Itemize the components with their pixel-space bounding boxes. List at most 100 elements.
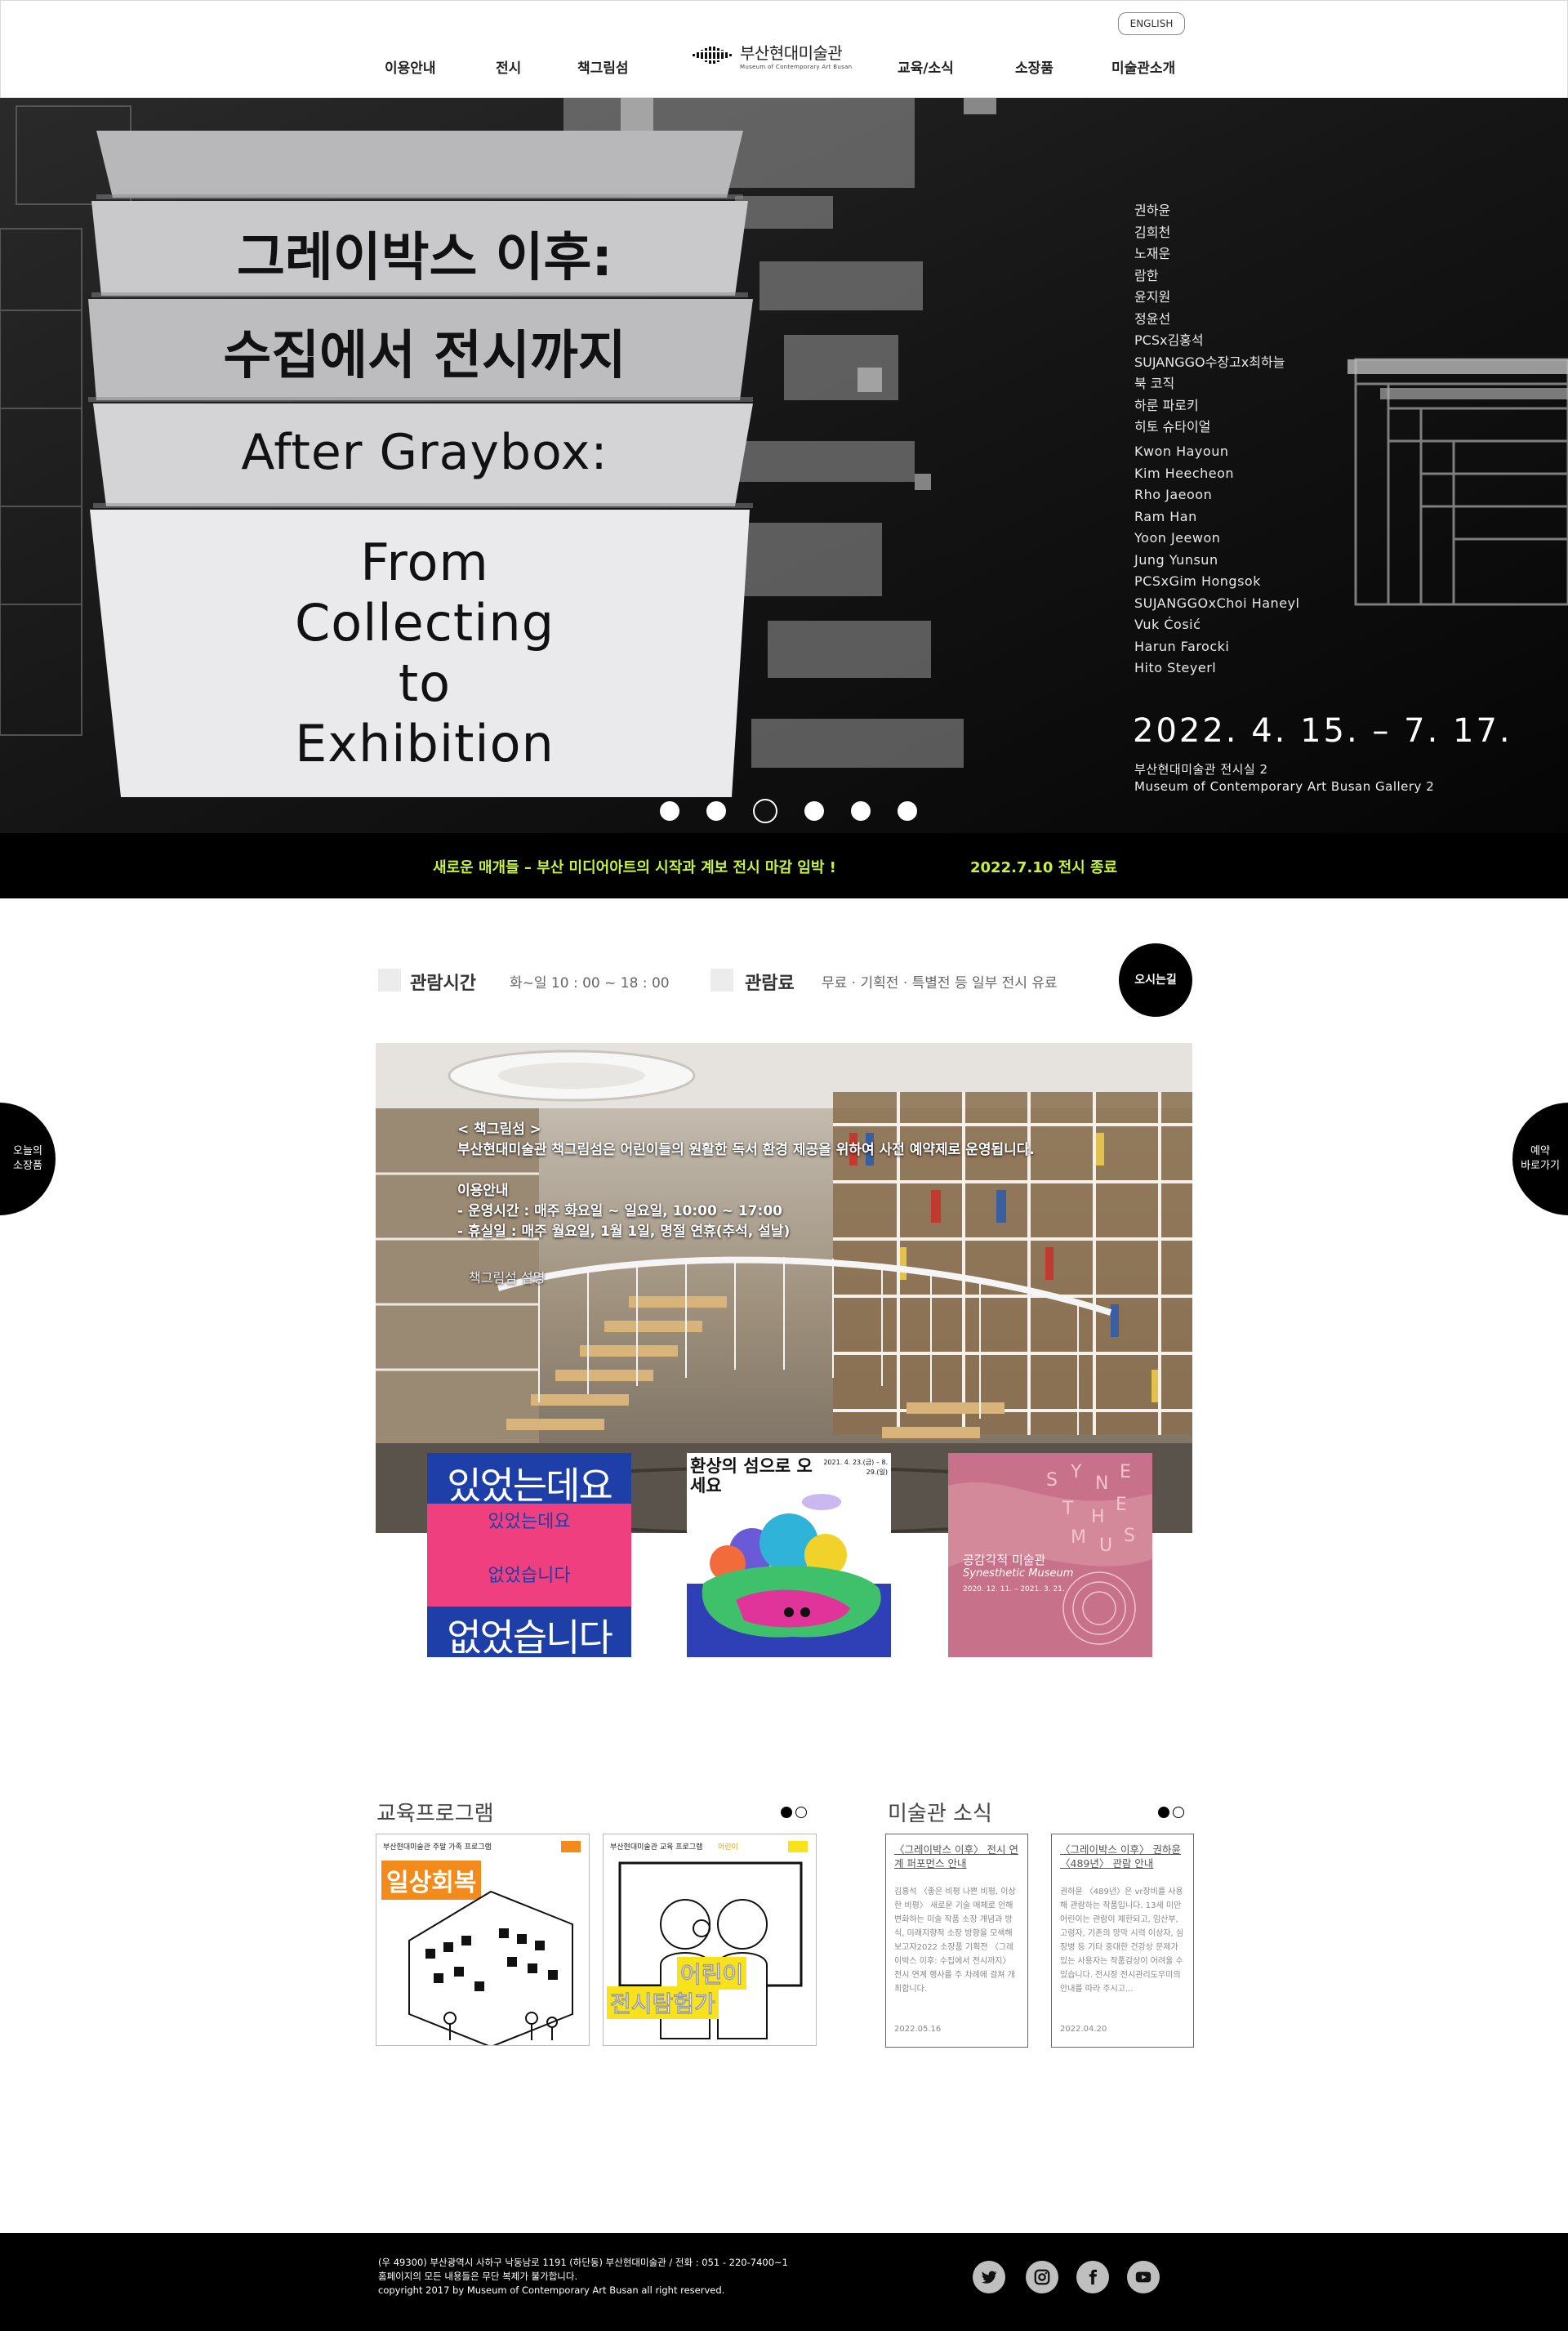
poster-card-2[interactable]: 환상의 섬으로 오세요 2021. 4. 23.(금) – 8. 29.(일) <box>687 1453 891 1657</box>
artist-list-en: Kwon Hayoun Kim Heecheon Rho Jaeoon Ram … <box>1134 441 1299 680</box>
news-page-dot-2[interactable] <box>1173 1807 1184 1818</box>
site-header: ENGLISH 이용안내 전시 책그림섬 부산현대미술관 Museum of C… <box>0 0 1568 98</box>
artist-list-ko: 권하윤 김희천 노재운 람한 윤지원 정윤선 PCSx김홍석 SUJANGGO수… <box>1134 200 1285 439</box>
nav-book-island[interactable]: 책그림섬 <box>577 56 629 77</box>
artist-name: SUJANGGOxChoi Haneyl <box>1134 595 1300 611</box>
slider-dot-6[interactable] <box>898 801 917 821</box>
slider-pagination <box>660 799 917 823</box>
artist-name: 히토 슈타이얼 <box>1134 419 1211 435</box>
nav-about-museum[interactable]: 미술관소개 <box>1111 56 1175 77</box>
news-2-date: 2022.04.20 <box>1060 2025 1107 2034</box>
poster-3-subtitle: Synesthetic Museum <box>963 1567 1074 1580</box>
svg-text:E: E <box>1120 1462 1131 1482</box>
ticker-notice-date: 2022.7.10 전시 종료 <box>970 859 1118 876</box>
directions-button[interactable]: 오시는길 <box>1119 943 1192 1017</box>
news-2-title: 〈그레이박스 이후〉 권하윤 〈489년〉 관람 안내 <box>1060 1843 1181 1870</box>
today-collection-button[interactable]: 오늘의 소장품 <box>0 1103 56 1215</box>
poster-1-mid-text-2: 없었습니다 <box>488 1566 571 1586</box>
artist-name: 노재운 <box>1134 246 1171 261</box>
reservation-button[interactable]: 예약 바로가기 <box>1512 1103 1568 1215</box>
news-1-title: 〈그레이박스 이후〉 전시 연계 퍼포먼스 안내 <box>894 1843 1018 1870</box>
program-logo-icon <box>561 1841 581 1852</box>
program-logo-icon <box>788 1841 808 1852</box>
footer-copy-notice: 홈페이지의 모든 내용들은 무단 복제가 불가합니다. <box>378 2271 578 2282</box>
artist-name: SUJANGGO수장고x최하늘 <box>1134 354 1285 370</box>
svg-text:T: T <box>1062 1499 1074 1519</box>
news-card-1[interactable]: 〈그레이박스 이후〉 전시 연계 퍼포먼스 안내 김홍석 〈좋은 비평 나쁜 비… <box>885 1834 1028 2048</box>
book-island-hours: - 운영시간 : 매주 화요일 ~ 일요일, 10:00 ~ 17:00 <box>457 1203 782 1219</box>
hero-title-en-2-line: Collecting <box>294 593 555 653</box>
artist-name: Kwon Hayoun <box>1134 443 1229 459</box>
artist-name: 북 코직 <box>1134 376 1175 391</box>
svg-text:E: E <box>1116 1495 1127 1515</box>
poster-1-top-text: 있었는데요 <box>447 1464 613 1508</box>
hero-slider[interactable]: 그레이박스 이후: 수집에서 전시까지 After Graybox: From … <box>0 98 1568 833</box>
news-page-dot-1[interactable] <box>1158 1807 1169 1818</box>
education-card-2-badge-1: 어린이 <box>677 1957 747 1990</box>
education-page-dot-1[interactable] <box>781 1807 792 1818</box>
poster-card-1[interactable]: 있었는데요 있었는데요 없었습니다 없었습니다 <box>427 1453 631 1657</box>
poster-1-mid-text: 있었는데요 <box>488 1512 571 1532</box>
artist-name: 하룬 파로키 <box>1134 397 1199 413</box>
hero-title-en-2-line: to <box>398 653 452 713</box>
education-pager <box>781 1807 807 1818</box>
logo-mark-icon <box>691 46 735 64</box>
ticker-notice-link[interactable]: 새로운 매개들 – 부산 미디어아트의 시작과 계보 전시 마감 임박 ! <box>433 856 836 877</box>
artist-name: Yoon Jeewon <box>1134 530 1221 546</box>
slider-dot-2[interactable] <box>706 801 726 821</box>
artist-name: Jung Yunsun <box>1134 551 1218 568</box>
book-island-info: < 책그림섬 > 부산현대미술관 책그림섬은 어린이들의 원활한 독서 환경 제… <box>457 1120 1035 1242</box>
artist-name: Rho Jaeoon <box>1134 487 1213 502</box>
artist-name: Kim Heecheon <box>1134 465 1235 481</box>
site-logo[interactable]: 부산현대미술관 Museum of Contemporary Art Busan <box>691 40 852 70</box>
nav-collection[interactable]: 소장품 <box>1015 56 1054 77</box>
nav-usage-guide[interactable]: 이용안내 <box>385 56 436 77</box>
instagram-icon[interactable] <box>1026 2261 1058 2293</box>
side-button-label: 오늘의 <box>13 1145 42 1157</box>
fee-value: 무료 · 기획전 · 특별전 등 일부 전시 유료 <box>822 975 1058 992</box>
nav-exhibition[interactable]: 전시 <box>496 56 521 77</box>
hero-title-ko-2: 수집에서 전시까지 <box>223 326 626 386</box>
facebook-icon[interactable] <box>1076 2261 1109 2293</box>
slider-dot-5[interactable] <box>851 801 871 821</box>
artist-name: 윤지원 <box>1134 289 1171 305</box>
education-page-dot-2[interactable] <box>795 1807 807 1818</box>
artist-name: 정윤선 <box>1134 310 1171 327</box>
education-section-title: 교육프로그램 <box>376 1802 494 1826</box>
book-island-desc: 부산현대미술관 책그림섬은 어린이들의 원활한 독서 환경 제공을 위하여 사전… <box>457 1142 1035 1158</box>
hours-value: 화~일 10 : 00 ~ 18 : 00 <box>510 975 670 992</box>
artist-name: Hito Steyerl <box>1134 660 1217 675</box>
news-pager <box>1158 1807 1184 1818</box>
poster-card-3[interactable]: SYNE THE MUS 공감각적 미술관 Synesthetic Museum… <box>948 1453 1152 1657</box>
education-card-1[interactable]: 부산현대미술관 주말 가족 프로그램 일상회복 <box>376 1834 590 2046</box>
clock-icon <box>378 969 401 992</box>
artist-name: PCSx김홍석 <box>1134 332 1204 348</box>
footer-address: (우 49300) 부산광역시 사하구 낙동남로 1191 (하단동) 부산현대… <box>378 2257 788 2268</box>
twitter-icon[interactable] <box>973 2261 1005 2293</box>
news-card-2[interactable]: 〈그레이박스 이후〉 권하윤 〈489년〉 관람 안내 권하윤 〈489년〉은 … <box>1051 1834 1194 2048</box>
artist-name: Vuk Ćosić <box>1134 617 1201 632</box>
youtube-icon[interactable] <box>1127 2261 1160 2293</box>
education-card-2-badge-2: 전시탐험가 <box>607 1986 719 2019</box>
side-button-label: 소장품 <box>13 1160 42 1172</box>
artist-name: 권하윤 <box>1134 203 1171 218</box>
slider-dot-4[interactable] <box>804 801 824 821</box>
book-island-detail-link[interactable]: 책그림섬 설명 <box>469 1267 545 1286</box>
hours-label: 관람시간 <box>410 974 476 994</box>
nav-education-news[interactable]: 교육/소식 <box>898 56 954 77</box>
english-button[interactable]: ENGLISH <box>1118 12 1185 35</box>
footer-info: (우 49300) 부산광역시 사하구 낙동남로 1191 (하단동) 부산현대… <box>378 2256 788 2298</box>
notice-ticker: 새로운 매개들 – 부산 미디어아트의 시작과 계보 전시 마감 임박 ! 20… <box>0 833 1568 898</box>
news-2-body: 권하윤 〈489년〉은 vr장비를 사용해 관람하는 작품입니다. 13세 미만… <box>1060 1888 1184 1994</box>
slider-dot-1[interactable] <box>660 801 679 821</box>
slider-dot-3[interactable] <box>753 799 777 823</box>
education-card-2[interactable]: 부산현대미술관 교육 프로그램 어린이 어린이 전시탐험가 <box>603 1834 817 2046</box>
hero-title-en-2: From Collecting to Exhibition <box>122 523 727 784</box>
ticket-icon <box>710 969 733 992</box>
svg-text:S: S <box>1046 1470 1058 1491</box>
side-button-label: 바로가기 <box>1521 1160 1560 1172</box>
svg-text:M: M <box>1071 1527 1086 1548</box>
book-island-closed: - 휴실일 : 매주 월요일, 1월 1일, 명절 연휴(추석, 설날) <box>457 1223 791 1240</box>
poster-3-title: 공감각적 미술관 <box>963 1553 1046 1567</box>
logo-title: 부산현대미술관 <box>740 43 843 63</box>
